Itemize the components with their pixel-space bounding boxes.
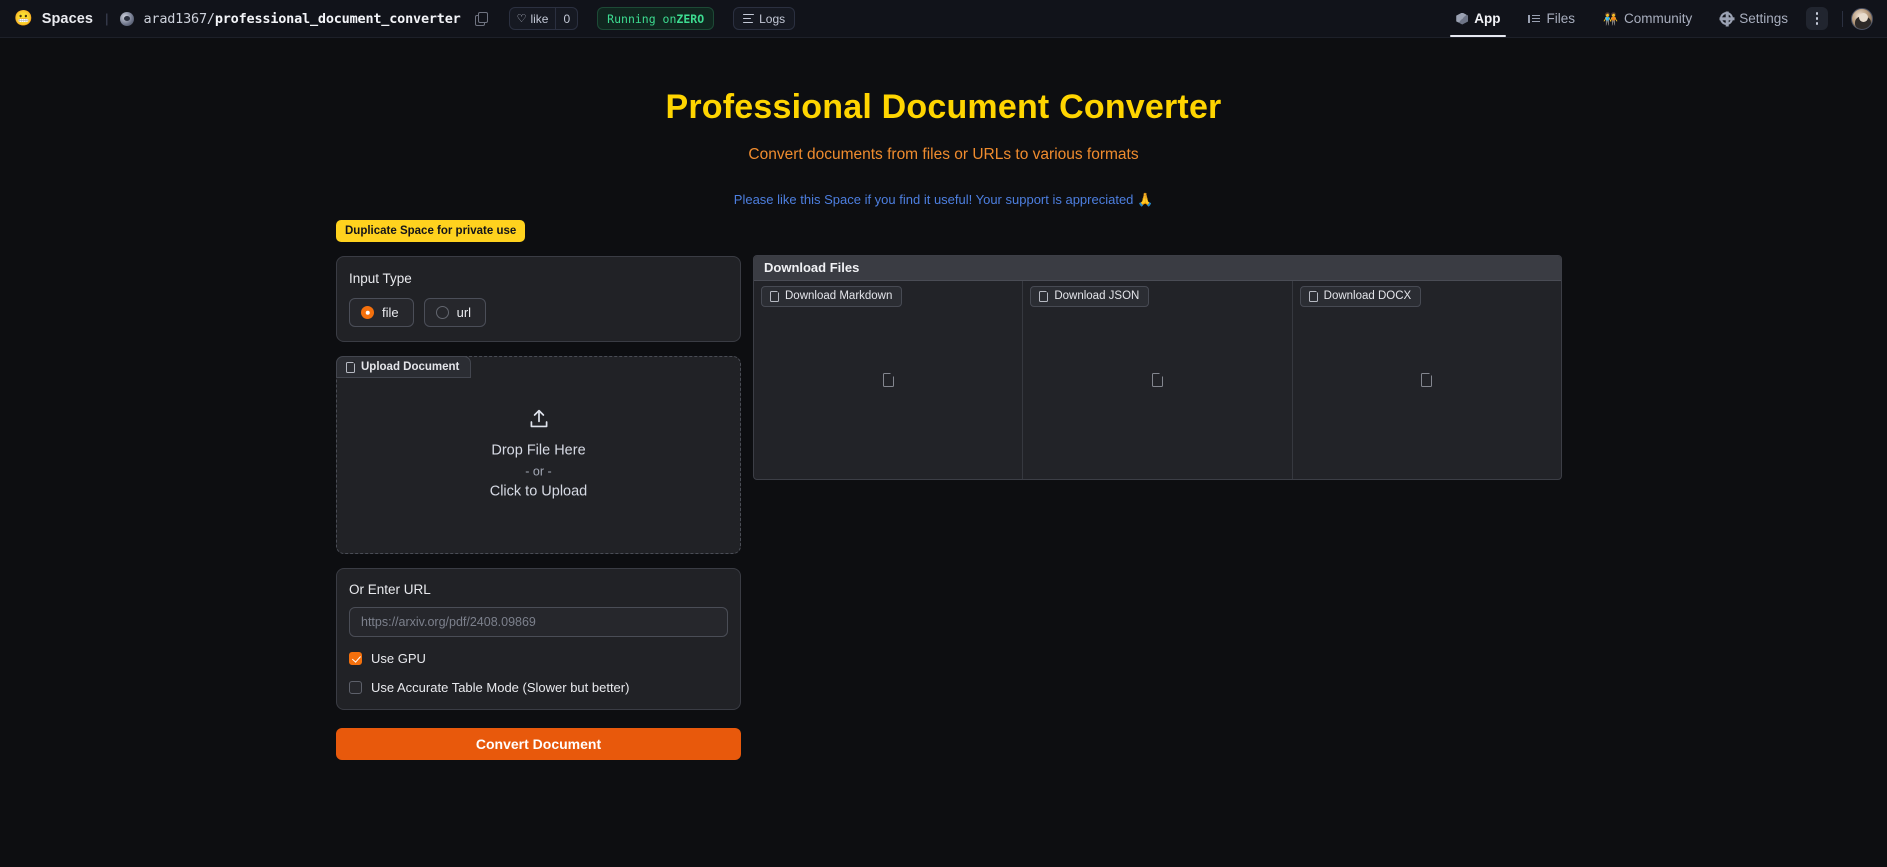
checkbox-indicator-use-gpu[interactable] [349, 652, 362, 665]
like-label: like [530, 11, 549, 26]
org-avatar-icon [120, 11, 135, 26]
radio-option-url[interactable]: url [423, 298, 487, 327]
hugging-face-logo-icon[interactable]: 😬 [14, 11, 33, 26]
document-icon [1151, 372, 1164, 387]
files-icon [1528, 14, 1541, 24]
docx-file-placeholder [1293, 372, 1561, 387]
tab-files-label: Files [1546, 11, 1575, 26]
tab-settings-label: Settings [1739, 11, 1788, 26]
like-space-note: Please like this Space if you find it us… [733, 192, 1154, 207]
radio-label-file: file [382, 305, 399, 320]
cube-icon [1456, 12, 1469, 25]
url-input[interactable] [349, 607, 728, 637]
upload-document-tab: Upload Document [336, 356, 472, 378]
like-button[interactable]: ♡ like [510, 8, 556, 29]
markdown-file-placeholder [754, 372, 1022, 387]
header-vertical-divider [1842, 10, 1843, 27]
url-input-label: Or Enter URL [349, 582, 431, 597]
tab-app[interactable]: App [1442, 0, 1514, 37]
upload-arrow-icon [528, 408, 550, 430]
repo-breadcrumb[interactable]: arad1367/professional_document_converter [143, 11, 460, 27]
status-prefix: Running on [607, 11, 677, 26]
upload-or-text: - or - [525, 464, 552, 478]
upload-tab-label: Upload Document [361, 361, 460, 373]
download-column-docx: Download DOCX [1293, 281, 1561, 479]
input-type-label: Input Type [349, 271, 412, 286]
page-title: Professional Document Converter [665, 88, 1222, 126]
download-column-markdown: Download Markdown [754, 281, 1024, 479]
download-docx-button[interactable]: Download DOCX [1299, 286, 1422, 307]
document-icon [346, 361, 356, 373]
tab-community[interactable]: 🧑‍🤝‍🧑 Community [1589, 0, 1706, 37]
input-type-panel: Input Type file url [336, 256, 741, 342]
document-icon [882, 372, 894, 387]
header-left-group: 😬 Spaces | arad1367/professional_documen… [14, 7, 796, 30]
like-button-group[interactable]: ♡ like 0 [508, 7, 579, 30]
download-column-json: Download JSON [1023, 281, 1293, 479]
radio-option-file[interactable]: file [349, 298, 414, 327]
tab-files[interactable]: Files [1514, 0, 1589, 37]
convert-document-button[interactable]: Convert Document [336, 728, 741, 760]
header-nav-group: App Files 🧑‍🤝‍🧑 Community Settings [1442, 0, 1873, 37]
status-hardware: ZERO [676, 11, 705, 26]
click-to-upload-text[interactable]: Click to Upload [337, 481, 740, 502]
document-icon [1421, 372, 1433, 387]
download-docx-label: Download DOCX [1323, 290, 1412, 302]
download-files-columns: Download Markdown Download JSON Download… [754, 281, 1561, 479]
copy-icon[interactable] [474, 12, 489, 26]
download-files-header: Download Files [754, 256, 1561, 281]
download-files-panel: Download Files Download Markdown Downloa… [753, 255, 1562, 480]
heart-icon: ♡ [516, 13, 527, 25]
checkbox-label-use-gpu: Use GPU [371, 651, 426, 666]
radio-indicator-url[interactable] [435, 306, 449, 319]
radio-indicator-file[interactable] [361, 306, 374, 319]
download-markdown-label: Download Markdown [785, 290, 893, 302]
tab-settings[interactable]: Settings [1706, 0, 1802, 37]
like-count: 0 [555, 8, 577, 29]
document-icon [770, 290, 780, 302]
upload-dropzone-content: Drop File Here - or - Click to Upload [337, 408, 740, 501]
user-avatar[interactable] [1851, 7, 1873, 30]
drop-file-text: Drop File Here [491, 442, 586, 459]
header-divider: | [105, 11, 109, 26]
logs-label: Logs [759, 11, 786, 26]
checkbox-use-gpu[interactable]: Use GPU [349, 651, 728, 666]
logs-button[interactable]: Logs [733, 7, 796, 30]
download-json-button[interactable]: Download JSON [1030, 286, 1150, 307]
document-icon [1308, 290, 1318, 302]
download-markdown-button[interactable]: Download Markdown [761, 286, 903, 307]
spaces-brand-label[interactable]: Spaces [42, 11, 93, 27]
url-input-panel: Or Enter URL Use GPU Use Accurate Table … [336, 568, 741, 710]
tab-app-label: App [1474, 11, 1501, 26]
upload-dropzone[interactable]: Upload Document Drop File Here - or - Cl… [336, 356, 741, 554]
left-controls-column: Duplicate Space for private use Input Ty… [336, 220, 741, 760]
overflow-menu-button[interactable] [1806, 7, 1828, 30]
tab-community-label: Community [1623, 11, 1693, 26]
checkbox-accurate-table-mode[interactable]: Use Accurate Table Mode (Slower but bett… [349, 680, 728, 695]
document-icon [1039, 290, 1049, 302]
duplicate-space-button[interactable]: Duplicate Space for private use [336, 220, 526, 242]
download-json-label: Download JSON [1054, 290, 1140, 302]
download-files-column: Download Files Download Markdown Downloa… [753, 255, 1562, 480]
checkbox-indicator-accurate-table-mode[interactable] [349, 681, 362, 694]
community-icon: 🧑‍🤝‍🧑 [1603, 11, 1618, 26]
repo-owner: arad1367/ [143, 10, 215, 27]
input-type-radio-group: file url [349, 298, 728, 327]
radio-label-url: url [456, 305, 472, 320]
checkbox-label-accurate-table-mode: Use Accurate Table Mode (Slower but bett… [371, 680, 630, 695]
huggingface-header-bar: 😬 Spaces | arad1367/professional_documen… [0, 0, 1887, 38]
gear-icon [1720, 12, 1734, 25]
repo-name: professional_document_converter [214, 10, 461, 27]
page-subtitle: Convert documents from files or URLs to … [748, 146, 1139, 163]
logs-icon [743, 14, 755, 23]
app-page: Professional Document Converter Convert … [0, 38, 1887, 867]
json-file-placeholder [1023, 372, 1291, 387]
status-badge: Running on ZERO [597, 7, 715, 30]
